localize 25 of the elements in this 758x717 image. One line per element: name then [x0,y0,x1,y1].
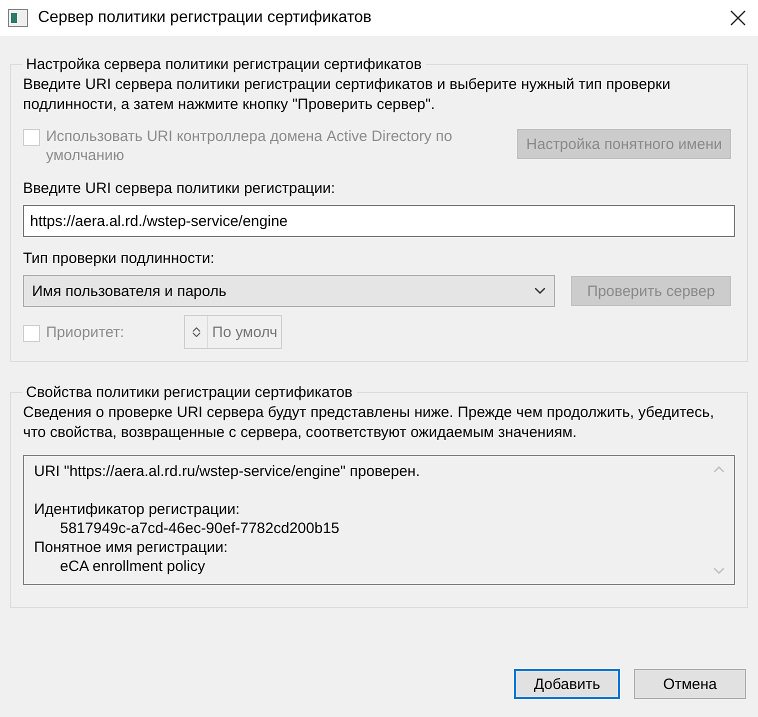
spin-up-icon [192,326,201,332]
window-title: Сервер политики регистрации сертификатов [38,9,372,27]
close-icon[interactable] [730,10,746,26]
scroll-up-icon [713,466,725,474]
detail-line: URI "https://aera.al.rd.ru/wstep-service/engine" проверен. [34,462,421,481]
app-icon [8,9,28,27]
dialog-button[interactable]: Добавить [514,669,620,699]
chevron-down-icon [534,287,546,295]
detail-line: 5817949c-a7cd-46ec-90ef-7782cd200b15 [59,519,340,538]
group-title: Настройка сервера политики регистрации сертификатов [25,56,423,73]
group-title: Свойства политики регистрации сертификатов [25,384,354,401]
auth-select[interactable]: Имя пользователя и пароль [23,275,555,307]
spin-down-icon [192,332,201,338]
instructions-text: Введите URI сервера политики регистрации сертификатов и выберите нужный тип проверки подлинности, а затем нажмите кнопку "Проверить сервер". [23,75,672,115]
scroll-down-icon [713,566,725,574]
detail-line: eCA enrollment policy [59,557,206,576]
checkbox-label: Использовать URI контроллера домена Active Directory по умолчанию [46,127,454,165]
dialog-button[interactable]: Отмена [634,669,746,699]
uri-label: Введите URI сервера политики регистрации: [23,179,336,199]
detail-line: Идентификатор регистрации: [34,500,241,519]
checkbox-label: Приоритет: [46,322,124,342]
detail-line: Понятное имя регистрации: [34,538,229,557]
description-text: Сведения о проверке URI сервера будут представлены ниже. Прежде чем продолжить, убедитесь, что свойства, возвращенные с сервера, соответствуют ожидаемым значениям. [23,403,715,443]
uri-field[interactable]: https://aera.al.rd./wstep-service/engine [23,205,735,237]
auth-label: Тип проверки подлинности: [23,249,216,269]
